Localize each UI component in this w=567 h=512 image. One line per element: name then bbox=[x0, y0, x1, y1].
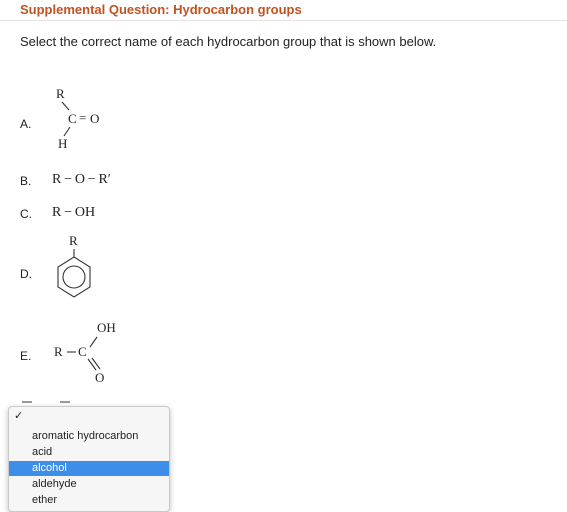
title-bar: Supplemental Question: Hydrocarbon group… bbox=[0, 0, 567, 21]
option-acid[interactable]: acid bbox=[9, 445, 169, 460]
select-underline-right bbox=[60, 401, 70, 403]
item-c-formula: R − OH bbox=[52, 205, 96, 220]
item-d-r-atom: R bbox=[69, 233, 78, 248]
option-aldehyde[interactable]: aldehyde bbox=[9, 477, 169, 492]
item-e-c-atom: C bbox=[78, 344, 87, 359]
item-a-o-atom: O bbox=[90, 111, 99, 126]
option-aromatic-hydrocarbon[interactable]: aromatic hydrocarbon bbox=[9, 429, 169, 444]
checkmark-icon: ✓ bbox=[14, 410, 24, 422]
item-e-o-atom: O bbox=[95, 370, 104, 385]
item-d-benzene-ring: R bbox=[57, 233, 91, 298]
item-a-h-atom: H bbox=[58, 136, 67, 151]
item-a-double-bond: = bbox=[79, 110, 86, 125]
item-c-letter: C. bbox=[20, 207, 32, 221]
item-a-r-atom: R bbox=[56, 86, 65, 101]
option-ether[interactable]: ether bbox=[9, 493, 169, 508]
select-underline-left bbox=[22, 401, 32, 403]
item-a-c-atom: C bbox=[68, 111, 77, 126]
item-e-r-atom: R bbox=[54, 344, 63, 359]
instruction-text: Select the correct name of each hydrocar… bbox=[20, 34, 437, 49]
item-b-letter: B. bbox=[20, 174, 32, 188]
option-alcohol[interactable]: alcohol bbox=[9, 461, 169, 476]
item-e-oh-atom: OH bbox=[97, 320, 116, 335]
answer-dropdown-menu[interactable]: ✓ aromatic hydrocarbon acid alcohol alde… bbox=[8, 406, 170, 512]
page-title: Supplemental Question: Hydrocarbon group… bbox=[20, 2, 302, 17]
item-e-structure: OH R C O bbox=[54, 320, 116, 385]
item-a-letter: A. bbox=[20, 117, 32, 131]
item-a-structure: R C = O H bbox=[56, 86, 99, 151]
item-d-letter: D. bbox=[20, 267, 32, 281]
item-b-formula: R − O − R′ bbox=[52, 172, 111, 187]
item-e-letter: E. bbox=[20, 349, 32, 363]
